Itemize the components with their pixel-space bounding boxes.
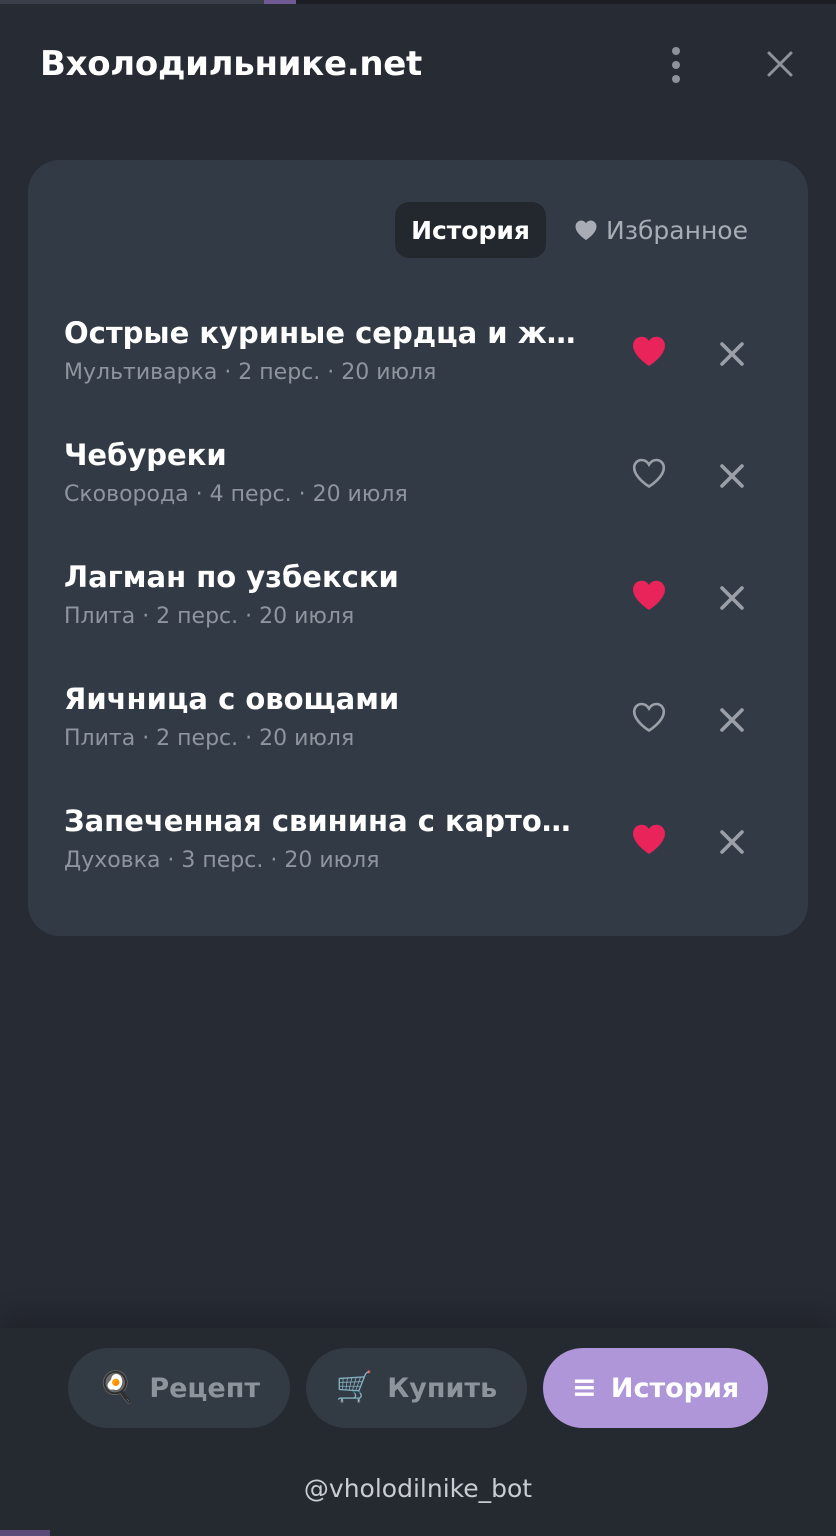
recipe-title[interactable]: Чебуреки bbox=[64, 438, 594, 472]
heart-outline-icon bbox=[632, 458, 666, 489]
recipe-title[interactable]: Запеченная свинина с картофелем bbox=[64, 804, 594, 838]
close-icon bbox=[720, 586, 744, 610]
remove-button[interactable] bbox=[714, 824, 750, 860]
frying-pan-icon: 🍳 bbox=[97, 1370, 136, 1405]
more-vertical-icon-dot bbox=[672, 75, 680, 83]
list-icon: ≡ bbox=[571, 1370, 597, 1405]
close-icon bbox=[767, 51, 793, 77]
recipe-title[interactable]: Лагман по узбекски bbox=[64, 560, 594, 594]
favorite-button[interactable] bbox=[628, 818, 670, 860]
remove-button[interactable] bbox=[714, 336, 750, 372]
list-item[interactable]: Острые куриные сердца и желудки Мультива… bbox=[28, 300, 808, 422]
tab-favorites[interactable]: Избранное bbox=[546, 202, 748, 258]
bottom-navigation: 🍳 Рецепт 🛒 Купить ≡ История @vholodilnik… bbox=[0, 1328, 836, 1536]
close-icon bbox=[720, 342, 744, 366]
favorite-button[interactable] bbox=[628, 696, 670, 738]
nav-buy-label: Купить bbox=[387, 1372, 498, 1404]
heart-filled-icon bbox=[633, 336, 665, 366]
tab-bar: История Избранное bbox=[395, 202, 748, 258]
recipe-meta: Плита · 2 перс. · 20 июля bbox=[64, 604, 355, 629]
recipe-title[interactable]: Яичница с овощами bbox=[64, 682, 594, 716]
close-button[interactable] bbox=[760, 44, 800, 84]
recipe-title[interactable]: Острые куриные сердца и желудки bbox=[64, 316, 594, 350]
favorite-button[interactable] bbox=[628, 330, 670, 372]
more-vertical-icon-dot bbox=[672, 61, 680, 69]
nav-recipe-button[interactable]: 🍳 Рецепт bbox=[68, 1348, 290, 1428]
list-item[interactable]: Чебуреки Сковорода · 4 перс. · 20 июля bbox=[28, 422, 808, 544]
app-title: Вхолодильнике.net bbox=[40, 44, 422, 84]
more-options-button[interactable] bbox=[656, 42, 696, 88]
heart-icon bbox=[575, 220, 597, 240]
close-icon bbox=[720, 464, 744, 488]
heart-outline-icon bbox=[632, 702, 666, 733]
tab-history[interactable]: История bbox=[395, 202, 546, 258]
header: Вхолодильнике.net bbox=[0, 4, 836, 122]
nav-history-button[interactable]: ≡ История bbox=[543, 1348, 768, 1428]
app-root: Вхолодильнике.net История Избранное Остр… bbox=[0, 0, 836, 1536]
tab-history-label: История bbox=[411, 215, 530, 245]
list-item[interactable]: Яичница с овощами Плита · 2 перс. · 20 и… bbox=[28, 666, 808, 788]
heart-filled-icon bbox=[633, 580, 665, 610]
history-list: Острые куриные сердца и желудки Мультива… bbox=[28, 300, 808, 910]
favorite-button[interactable] bbox=[628, 574, 670, 616]
remove-button[interactable] bbox=[714, 580, 750, 616]
corner-accent bbox=[0, 1530, 50, 1536]
nav-recipe-label: Рецепт bbox=[149, 1372, 261, 1404]
recipe-meta: Духовка · 3 перс. · 20 июля bbox=[64, 848, 380, 873]
history-card: История Избранное Острые куриные сердца … bbox=[28, 160, 808, 936]
list-item[interactable]: Лагман по узбекски Плита · 2 перс. · 20 … bbox=[28, 544, 808, 666]
heart-filled-icon bbox=[633, 824, 665, 854]
recipe-meta: Сковорода · 4 перс. · 20 июля bbox=[64, 482, 408, 507]
close-icon bbox=[720, 830, 744, 854]
recipe-meta: Мультиварка · 2 перс. · 20 июля bbox=[64, 360, 437, 385]
tab-favorites-label: Избранное bbox=[606, 215, 748, 245]
nav-buy-button[interactable]: 🛒 Купить bbox=[306, 1348, 527, 1428]
list-item[interactable]: Запеченная свинина с картофелем Духовка … bbox=[28, 788, 808, 910]
recipe-meta: Плита · 2 перс. · 20 июля bbox=[64, 726, 355, 751]
more-vertical-icon bbox=[672, 47, 680, 55]
nav-history-label: История bbox=[610, 1372, 740, 1404]
favorite-button[interactable] bbox=[628, 452, 670, 494]
shopping-cart-icon: 🛒 bbox=[335, 1370, 374, 1405]
close-icon bbox=[720, 708, 744, 732]
remove-button[interactable] bbox=[714, 458, 750, 494]
bot-handle[interactable]: @vholodilnike_bot bbox=[0, 1474, 836, 1503]
remove-button[interactable] bbox=[714, 702, 750, 738]
